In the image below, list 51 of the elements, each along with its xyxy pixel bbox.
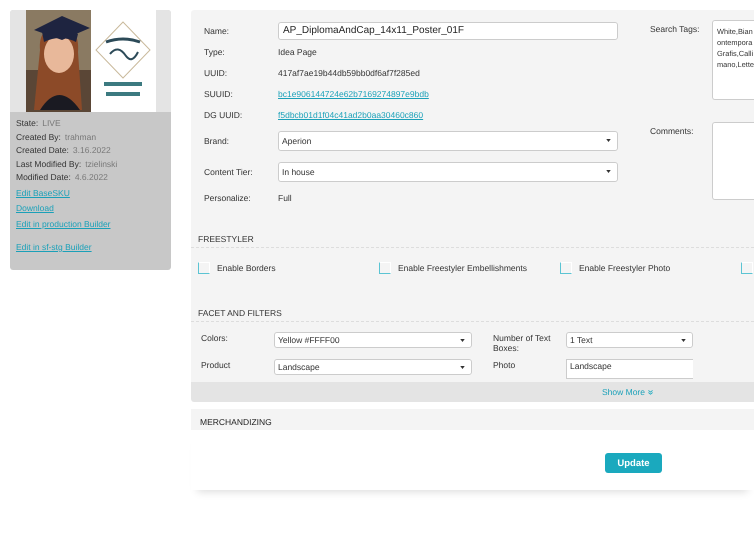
detail-label: Modified Date: — [16, 172, 71, 182]
checkbox[interactable] — [560, 262, 572, 274]
field-value: Full — [278, 192, 292, 202]
section-title: FACET AND FILTERS — [191, 308, 754, 322]
checkbox-label: Enable Borders — [217, 263, 276, 273]
field-label: Personalize: — [204, 192, 252, 202]
detail-label: Created Date: — [16, 145, 69, 155]
field-label: Search Tags: — [650, 23, 700, 36]
dropdown[interactable]: In house — [278, 162, 618, 182]
caret-icon — [606, 170, 611, 173]
field-label: DG UUID: — [204, 110, 244, 120]
field-label: Brand: — [204, 136, 230, 146]
detail-value: 4.6.2022 — [74, 172, 108, 182]
name-field[interactable]: AP_DiplomaAndCap_14x11_Poster_01F — [278, 22, 618, 40]
dropdown[interactable]: Landscape — [274, 359, 472, 375]
field-label: UUID: — [204, 68, 228, 78]
field-label: Content Tier: — [204, 166, 254, 176]
dropdown[interactable]: Yellow #FFFF00 — [274, 332, 472, 348]
detail-value: trahman — [64, 132, 96, 142]
field-label: Product — [201, 359, 232, 370]
detail-value: tzielinski — [85, 158, 118, 168]
detail-label: Created By: — [16, 132, 61, 142]
caret-icon — [681, 338, 686, 342]
field-label: Comments: — [650, 125, 694, 138]
field-value: Idea Page — [278, 46, 317, 56]
caret-icon — [460, 338, 465, 342]
field-label: Type: — [204, 46, 226, 56]
caret-icon — [460, 366, 465, 368]
dropdown[interactable]: Aperion — [278, 130, 618, 150]
detail-label: State: — [16, 118, 38, 128]
list-box[interactable]: Landscape — [566, 359, 693, 379]
section-title: MERCHANDIZING — [200, 417, 272, 427]
field-value: 417af7ae19b44db59bb0df6af7f285ed — [278, 68, 420, 78]
detail-value: LIVE — [42, 118, 61, 128]
section-title: FREESTYLER — [191, 234, 754, 248]
field-label: Number of Text Boxes: — [493, 332, 552, 353]
dropdown[interactable]: 1 Text — [566, 332, 693, 348]
field-label: SUUID: — [204, 88, 234, 98]
checkbox[interactable] — [379, 262, 391, 274]
text-area[interactable] — [712, 122, 754, 200]
caret-icon — [606, 139, 611, 142]
field-label: Photo — [493, 359, 516, 370]
detail-value: 3.16.2022 — [72, 145, 111, 155]
checkbox-label: Enable Freestyler Photo — [579, 263, 670, 273]
field-label: Colors: — [201, 332, 229, 343]
checkbox-label: Enable Freestyler Embellishments — [398, 263, 527, 273]
field-label: Name: — [204, 26, 230, 36]
chevron-down-icon — [648, 390, 653, 394]
checkbox[interactable] — [741, 262, 753, 274]
checkbox[interactable] — [198, 262, 210, 274]
detail-label: Last Modified By: — [16, 158, 82, 168]
